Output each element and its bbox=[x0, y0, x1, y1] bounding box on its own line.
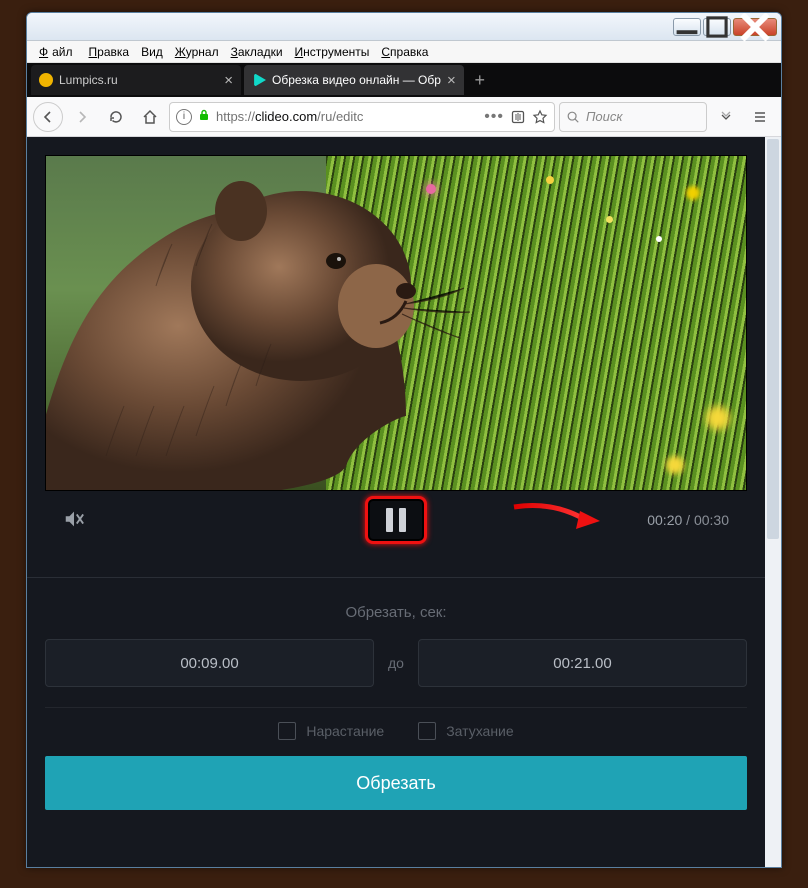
menu-edit[interactable]: Правка bbox=[85, 43, 134, 61]
tab-label: Lumpics.ru bbox=[59, 73, 218, 87]
favicon-clideo bbox=[252, 73, 266, 87]
trim-to-input[interactable]: 00:21.00 bbox=[418, 639, 747, 687]
video-player-section: 00:20 / 00:30 bbox=[27, 137, 765, 567]
page-body: 00:20 / 00:30 Обрезать, сек: 00:09.00 до… bbox=[27, 137, 765, 867]
new-tab-button[interactable]: + bbox=[467, 67, 493, 93]
playback-time: 00:20 / 00:30 bbox=[647, 512, 729, 528]
lock-icon bbox=[198, 109, 210, 124]
menu-history[interactable]: Журнал bbox=[171, 43, 223, 61]
checkbox-icon bbox=[418, 722, 436, 740]
vertical-scrollbar[interactable] bbox=[765, 137, 781, 867]
back-button[interactable] bbox=[33, 102, 63, 132]
favicon-lumpics bbox=[39, 73, 53, 87]
page-actions-icon[interactable]: ••• bbox=[484, 108, 504, 126]
menu-help[interactable]: Справка bbox=[377, 43, 432, 61]
overflow-button[interactable] bbox=[711, 102, 741, 132]
annotation-arrow bbox=[512, 501, 602, 535]
pause-button[interactable] bbox=[365, 496, 427, 544]
trim-button-label: Обрезать bbox=[356, 773, 435, 794]
menu-file[interactable]: Файл bbox=[35, 43, 81, 61]
fade-out-checkbox[interactable]: Затухание bbox=[418, 722, 513, 740]
reload-button[interactable] bbox=[101, 102, 131, 132]
current-time: 00:20 bbox=[647, 512, 682, 528]
trim-to-label: до bbox=[388, 655, 404, 671]
toolbar: i https://clideo.com/ru/editc ••• Поиск bbox=[27, 97, 781, 137]
window-titlebar bbox=[27, 13, 781, 41]
trim-button[interactable]: Обрезать bbox=[45, 756, 747, 810]
trim-from-input[interactable]: 00:09.00 bbox=[45, 639, 374, 687]
url-text: https://clideo.com/ru/editc bbox=[216, 109, 478, 124]
effects-row: Нарастание Затухание bbox=[45, 707, 747, 746]
home-button[interactable] bbox=[135, 102, 165, 132]
site-info-icon[interactable]: i bbox=[176, 109, 192, 125]
trim-inputs-row: 00:09.00 до 00:21.00 bbox=[27, 639, 765, 707]
search-icon bbox=[566, 110, 580, 124]
tab-lumpics[interactable]: Lumpics.ru × bbox=[31, 65, 241, 95]
tab-clideo[interactable]: Обрезка видео онлайн — Обр × bbox=[244, 65, 464, 95]
window-minimize-button[interactable] bbox=[673, 18, 701, 36]
mute-button[interactable] bbox=[63, 508, 85, 533]
video-frame-illustration bbox=[46, 156, 747, 491]
total-time: 00:30 bbox=[694, 512, 729, 528]
checkbox-icon bbox=[278, 722, 296, 740]
bookmark-star-icon[interactable] bbox=[532, 109, 548, 125]
player-controls: 00:20 / 00:30 bbox=[45, 491, 747, 549]
menu-bar: Файл Правка Вид Журнал Закладки Инструме… bbox=[27, 41, 781, 63]
menu-bookmarks[interactable]: Закладки bbox=[227, 43, 287, 61]
search-box[interactable]: Поиск bbox=[559, 102, 707, 132]
video-preview[interactable] bbox=[45, 155, 747, 491]
app-menu-button[interactable] bbox=[745, 102, 775, 132]
menu-tools[interactable]: Инструменты bbox=[291, 43, 374, 61]
fade-in-label: Нарастание bbox=[306, 723, 384, 739]
content-area: 00:20 / 00:30 Обрезать, сек: 00:09.00 до… bbox=[27, 137, 781, 867]
address-bar[interactable]: i https://clideo.com/ru/editc ••• bbox=[169, 102, 555, 132]
forward-button[interactable] bbox=[67, 102, 97, 132]
fade-out-label: Затухание bbox=[446, 723, 513, 739]
tab-close-button[interactable]: × bbox=[447, 73, 456, 88]
tab-label: Обрезка видео онлайн — Обр bbox=[272, 73, 441, 87]
tracking-protection-icon[interactable] bbox=[510, 109, 526, 125]
tab-close-button[interactable]: × bbox=[224, 73, 233, 88]
browser-window: Файл Правка Вид Журнал Закладки Инструме… bbox=[26, 12, 782, 868]
search-placeholder: Поиск bbox=[586, 109, 623, 124]
trim-section-label: Обрезать, сек: bbox=[27, 588, 765, 639]
scrollbar-thumb[interactable] bbox=[767, 139, 779, 539]
window-close-button[interactable] bbox=[733, 18, 777, 36]
divider bbox=[27, 577, 765, 578]
window-maximize-button[interactable] bbox=[703, 18, 731, 36]
fade-in-checkbox[interactable]: Нарастание bbox=[278, 722, 384, 740]
menu-view[interactable]: Вид bbox=[137, 43, 167, 61]
tab-bar: Lumpics.ru × Обрезка видео онлайн — Обр … bbox=[27, 63, 781, 97]
